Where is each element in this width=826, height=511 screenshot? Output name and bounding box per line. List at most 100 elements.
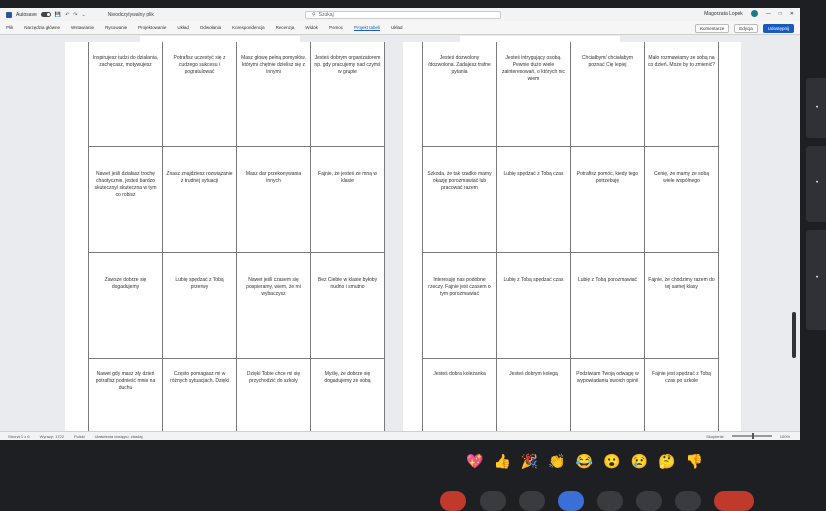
reaction-party-icon[interactable]: 🎉 xyxy=(521,453,538,469)
tab-design[interactable]: Projektowanie xyxy=(138,25,166,30)
more-options-button[interactable] xyxy=(675,491,701,511)
document-page-right[interactable]: Jesteś dozwolony /dozwolona. Zadajesz tr… xyxy=(403,42,741,436)
tab-mailings[interactable]: Korespondencja xyxy=(232,25,265,30)
raise-hand-button[interactable] xyxy=(636,491,662,511)
language[interactable]: Polski xyxy=(74,434,85,439)
tab-references[interactable]: Odwołania xyxy=(200,25,221,30)
table-cell[interactable]: Jesteś dobrym kolegą xyxy=(496,358,571,436)
document-page-left[interactable]: Inspirujesz tudzi do działania, zachęcas… xyxy=(65,42,385,436)
tab-insert[interactable]: Wstawianie xyxy=(71,25,94,30)
maximize-button[interactable]: □ xyxy=(779,11,782,17)
reaction-thumbs-up-icon[interactable]: 👍 xyxy=(493,453,510,469)
search-input[interactable]: ⚲ Szukaj xyxy=(305,11,501,19)
tab-review[interactable]: Recenzja xyxy=(276,25,295,30)
table-cell[interactable]: Nawet jeśli działasz trochę chaotycznie,… xyxy=(88,146,163,253)
table-cell[interactable]: Fajnie jest spędzać z Tobą czas po szkol… xyxy=(644,358,719,436)
reactions-button[interactable] xyxy=(597,491,623,511)
table-cell[interactable]: Zawsze dobrze się dogadujemy xyxy=(88,252,163,359)
table-cell[interactable]: Lubię spędzać z Tobą przerwy xyxy=(162,252,237,359)
reaction-thumbs-down-icon[interactable]: 👎 xyxy=(686,453,703,469)
tab-home[interactable]: Narzędzia główne xyxy=(24,25,60,30)
table-cell[interactable]: Myślę, że dobrze się dogadujemy ze sobą xyxy=(310,358,385,436)
table-cell[interactable]: Podziwiam Twoją odwagę w wypowiadaniu sw… xyxy=(570,358,645,436)
table-cell[interactable]: Lubię z Tobą porozmawiać xyxy=(570,252,645,359)
table-cell[interactable]: Lubię spędzać z Tobą czas xyxy=(496,146,571,253)
word-window: Autosave 💾 ↶ ↷ ⌄ Nieodczytywalny plik ⚲ … xyxy=(0,8,800,440)
mic-button[interactable] xyxy=(480,491,506,511)
table-cell[interactable]: Jesteś intrygujący osobą. Pewnie dużo wi… xyxy=(496,42,571,147)
comments-button[interactable]: Komentarze xyxy=(694,24,730,33)
title-bar: Autosave 💾 ↶ ↷ ⌄ Nieodczytywalny plik ⚲ … xyxy=(0,8,800,21)
table-cell[interactable]: Potrafisz uczestyć się z cudzego sukcesu… xyxy=(162,42,237,147)
table-cell[interactable]: Masz dar przekonywania innych xyxy=(236,146,311,253)
zoom-level[interactable]: 100% xyxy=(780,434,790,439)
table-cell[interactable]: Jesteś dobrym organizatorem np. gdy prac… xyxy=(310,42,385,147)
tab-draw[interactable]: Rysowanie xyxy=(105,25,127,30)
table-row: Zawsze dobrze się dogadujemy Lubię spędz… xyxy=(88,252,385,359)
document-title[interactable]: Nieodczytywalny plik xyxy=(108,12,154,18)
reaction-surprised-icon[interactable]: 😮 xyxy=(603,453,620,469)
user-name[interactable]: Magorzata Lopek xyxy=(704,11,743,17)
side-panel-tab[interactable]: • xyxy=(806,146,826,222)
camera-button[interactable] xyxy=(519,491,545,511)
reaction-thinking-icon[interactable]: 🤔 xyxy=(658,453,675,469)
table-cell[interactable]: Nawet jeśli czasem się pospieramy, wiem,… xyxy=(236,252,311,359)
table-row: Inspirujesz tudzi do działania, zachęcas… xyxy=(88,42,385,147)
ribbon-tabs: Plik Narzędzia główne Wstawianie Rysowan… xyxy=(0,21,800,35)
tab-table-layout[interactable]: Układ xyxy=(391,25,403,30)
vertical-scrollbar[interactable] xyxy=(791,42,797,431)
tab-table-design[interactable]: Projekt tabeli xyxy=(353,25,380,31)
word-count[interactable]: Wyrazy: 1722 xyxy=(40,434,64,439)
editing-button[interactable]: Edycja xyxy=(734,24,758,33)
table-cell[interactable]: Mało rozmawiamy ze sobą na co dzień. Moż… xyxy=(644,42,719,147)
table-cell[interactable]: Fajnie, że jesteś ze mną w klasie xyxy=(310,146,385,253)
table-cell[interactable]: Cenię, że mamy ze sobą wiele wspólnego xyxy=(644,146,719,253)
minimize-button[interactable]: — xyxy=(766,11,771,17)
table-cell[interactable]: Znasz znajdziesz rozwiązanie z trudnej s… xyxy=(162,146,237,253)
table-cell[interactable]: Jesteś dozwolony /dozwolona. Zadajesz tr… xyxy=(422,42,497,147)
reaction-sad-icon[interactable]: 😢 xyxy=(631,453,648,469)
customize-toolbar-icon[interactable]: ⌄ xyxy=(82,12,86,18)
table-cell[interactable]: Masz głowę pełną pomysłów, którymi chętn… xyxy=(236,42,311,147)
side-panel-tab[interactable]: • xyxy=(806,78,826,138)
accessibility-status[interactable]: Ułatwienia dostępu: zbadaj xyxy=(95,434,143,439)
table-cell[interactable]: Nawet gdy masz zły dzień potrafisz podni… xyxy=(88,358,163,436)
table-cell[interactable]: Potrafisz pomóc, kiedy tego potrzebuję xyxy=(570,146,645,253)
autosave-toggle[interactable] xyxy=(40,12,51,17)
search-placeholder: Szukaj xyxy=(318,12,334,18)
side-panel-marker-icon: • xyxy=(816,105,819,111)
table-row: Interesuję nas podobne rzeczy. Fajnie je… xyxy=(422,252,719,359)
table-cell[interactable]: Lubię z Tobą spędzać czas xyxy=(496,252,571,359)
zoom-slider[interactable] xyxy=(731,433,772,439)
close-button[interactable]: ✕ xyxy=(790,11,794,17)
tab-help[interactable]: Pomoc xyxy=(329,25,343,30)
table-cell[interactable]: Interesuję nas podobne rzeczy. Fajnie je… xyxy=(422,252,497,359)
tab-view[interactable]: Widok xyxy=(305,25,318,30)
page-count[interactable]: Strona 1 z 6 xyxy=(8,434,30,439)
table-cell[interactable]: Chciałbym/ chciałabym poznać Cię lepiej xyxy=(570,42,645,147)
table-cell[interactable]: Fajnie, że chodzimy razem do tej samej k… xyxy=(644,252,719,359)
table-cell[interactable]: Szkoda, że tak rzadko mamy okazję porozm… xyxy=(422,146,497,253)
reaction-laugh-icon[interactable]: 😂 xyxy=(576,453,593,469)
side-panel-tab[interactable]: • xyxy=(806,230,826,330)
end-call-button[interactable] xyxy=(714,491,754,511)
share-button[interactable]: Udostępnij xyxy=(762,24,794,33)
tab-file[interactable]: Plik xyxy=(6,25,13,30)
table-cell[interactable]: Bez Ciebie w klasie byłoby nudno i smutn… xyxy=(310,252,385,359)
undo-icon[interactable]: ↶ xyxy=(65,12,69,18)
focus-button[interactable]: Skupienie xyxy=(706,434,724,439)
avatar[interactable] xyxy=(750,10,758,17)
tab-layout[interactable]: Układ xyxy=(177,25,189,30)
redo-icon[interactable]: ↷ xyxy=(73,12,77,18)
leave-call-button[interactable] xyxy=(440,491,466,511)
reaction-heart-icon[interactable]: 💖 xyxy=(466,453,483,469)
screen-share-button[interactable] xyxy=(558,491,584,511)
table-cell[interactable]: Jesteś dobra koleżanka xyxy=(422,358,497,436)
table-row: Nawet jeśli działasz trochę chaotycznie,… xyxy=(88,146,385,253)
table-cell[interactable]: Inspirujesz tudzi do działania, zachęcas… xyxy=(88,42,163,147)
reaction-clap-icon[interactable]: 👏 xyxy=(548,453,565,469)
scrollbar-thumb[interactable] xyxy=(792,312,796,358)
table-cell[interactable]: Często pomagasz mi w różnych sytuacjach.… xyxy=(162,358,237,436)
table-cell[interactable]: Dzięki Tobie chce mi się przychodzić do … xyxy=(236,358,311,436)
save-icon[interactable]: 💾 xyxy=(55,12,61,18)
